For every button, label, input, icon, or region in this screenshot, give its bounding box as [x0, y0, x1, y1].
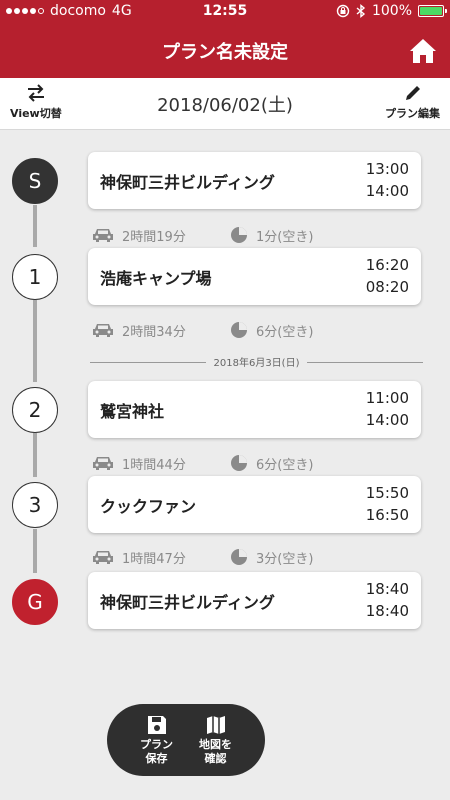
- timeline-node: 1: [12, 254, 58, 300]
- timeline-segment: [33, 529, 37, 573]
- stop-times: 11:00 14:00: [366, 387, 409, 431]
- bluetooth-icon: [356, 4, 366, 18]
- timeline-node-goal: G: [12, 579, 58, 625]
- stop-name: 浩庵キャンプ場: [100, 269, 212, 288]
- status-bar: docomo 4G 12:55 100%: [0, 0, 450, 24]
- save-plan-label-line1: プラン: [140, 738, 173, 751]
- departure-time: 16:50: [365, 506, 409, 524]
- rotation-lock-icon: [336, 4, 350, 18]
- pie-clock-icon: [231, 549, 247, 565]
- timeline-segment: [33, 433, 37, 477]
- departure-time: 14:00: [365, 411, 409, 429]
- arrival-time: 13:00: [365, 160, 409, 178]
- car-icon: [93, 229, 113, 242]
- arrival-time: 16:20: [365, 256, 409, 274]
- timeline-node-start: S: [12, 158, 58, 204]
- slack-time: 6分(空き): [256, 457, 314, 473]
- stop-name: 神保町三井ビルディング: [100, 173, 275, 192]
- stop-card[interactable]: 浩庵キャンプ場 16:20 08:20: [88, 248, 421, 305]
- travel-leg: 1時間47分 3分(空き): [92, 546, 313, 568]
- battery-icon: [418, 5, 447, 17]
- timeline-node: 2: [12, 387, 58, 433]
- pencil-icon: [405, 86, 420, 100]
- car-icon: [93, 324, 113, 337]
- timeline-segment: [33, 300, 37, 382]
- battery-percent: 100%: [371, 3, 412, 19]
- stop-times: 16:20 08:20: [366, 254, 409, 298]
- edit-plan-button[interactable]: プラン編集: [385, 83, 440, 121]
- stop-card[interactable]: 神保町三井ビルディング 13:00 14:00: [88, 152, 421, 209]
- travel-duration: 2時間34分: [122, 324, 186, 340]
- travel-duration: 1時間47分: [122, 551, 186, 567]
- pie-clock-icon: [231, 322, 247, 338]
- day-separator-label: 2018年6月3日(日): [205, 354, 308, 369]
- travel-duration: 2時間19分: [122, 229, 186, 245]
- timeline-segment: [33, 205, 37, 247]
- pie-clock-icon: [231, 455, 247, 471]
- status-icons: 100%: [336, 3, 447, 19]
- stop-times: 13:00 14:00: [366, 158, 409, 202]
- departure-time: 08:20: [365, 278, 409, 296]
- stop-name: 神保町三井ビルディング: [100, 593, 275, 612]
- pie-clock-icon: [231, 227, 247, 243]
- travel-leg: 2時間34分 6分(空き): [92, 319, 313, 341]
- view-map-label-line1: 地図を: [199, 738, 232, 751]
- departure-time: 18:40: [365, 602, 409, 620]
- stop-name: クックファン: [100, 497, 197, 516]
- slack-time: 3分(空き): [256, 551, 314, 567]
- stop-name: 鷲宮神社: [100, 402, 165, 421]
- toolbar: View切替 2018/06/02(土) プラン編集: [0, 78, 450, 130]
- stop-card[interactable]: 鷲宮神社 11:00 14:00: [88, 381, 421, 438]
- timeline-node: 3: [12, 482, 58, 528]
- floppy-disk-icon: [147, 716, 166, 734]
- arrival-time: 15:50: [365, 484, 409, 502]
- departure-time: 14:00: [365, 182, 409, 200]
- stop-times: 18:40 18:40: [366, 578, 409, 622]
- travel-duration: 1時間44分: [122, 457, 186, 473]
- save-plan-label-line2: 保存: [145, 752, 168, 765]
- travel-leg: 2時間19分 1分(空き): [92, 224, 313, 246]
- travel-leg: 1時間44分 6分(空き): [92, 452, 313, 474]
- arrival-time: 11:00: [365, 389, 409, 407]
- stop-times: 15:50 16:50: [366, 482, 409, 526]
- slack-time: 1分(空き): [256, 229, 314, 245]
- view-map-button[interactable]: 地図を 確認: [199, 714, 232, 766]
- car-icon: [93, 551, 113, 564]
- map-icon: [206, 716, 225, 734]
- stop-card[interactable]: 神保町三井ビルディング 18:40 18:40: [88, 572, 421, 629]
- slack-time: 6分(空き): [256, 324, 314, 340]
- home-icon[interactable]: [408, 37, 438, 65]
- save-plan-button[interactable]: プラン 保存: [140, 714, 173, 766]
- plan-date: 2018/06/02(土): [157, 95, 293, 116]
- edit-plan-label: プラン編集: [385, 107, 440, 120]
- day-separator: 2018年6月3日(日): [90, 354, 423, 370]
- bottom-action-bar: プラン 保存 地図を 確認: [107, 704, 265, 776]
- page-title: プラン名未設定: [162, 42, 288, 63]
- nav-bar: プラン名未設定: [0, 24, 450, 78]
- arrival-time: 18:40: [365, 580, 409, 598]
- view-map-label-line2: 確認: [204, 752, 227, 765]
- car-icon: [93, 457, 113, 470]
- stop-card[interactable]: クックファン 15:50 16:50: [88, 476, 421, 533]
